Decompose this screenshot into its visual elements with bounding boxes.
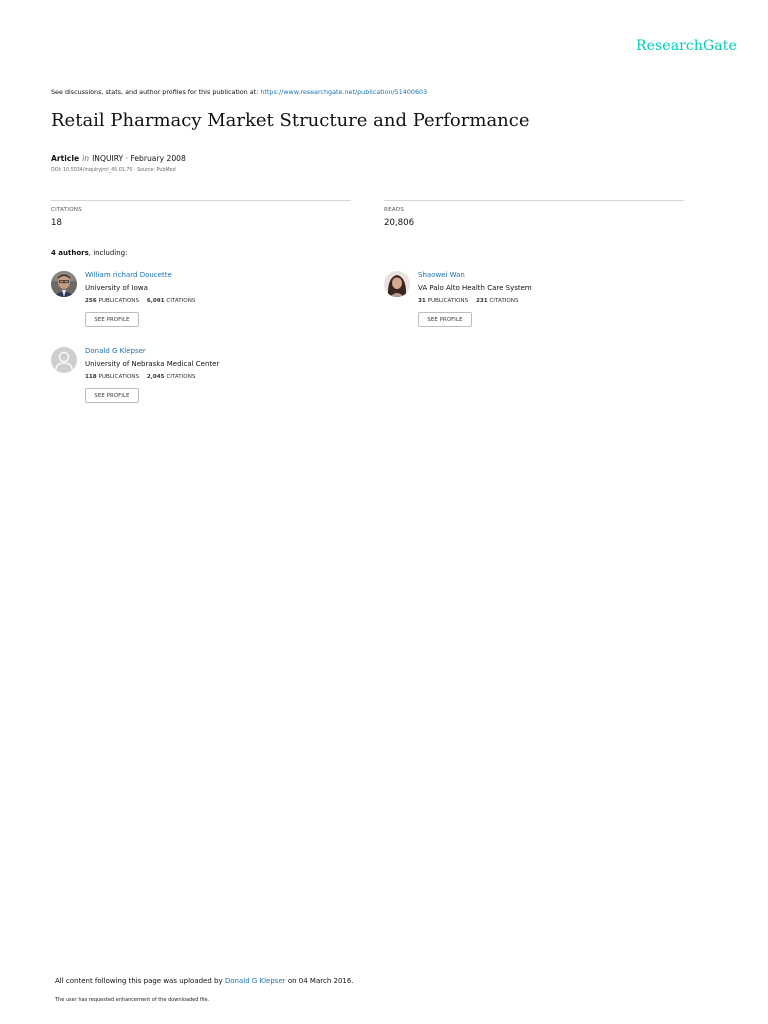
- citations-value: 18: [51, 218, 62, 228]
- reads-value: 20,806: [384, 218, 415, 228]
- publication-link[interactable]: https://www.researchgate.net/publication…: [260, 88, 427, 96]
- author-citations-count: 2,045: [146, 374, 165, 380]
- authors-heading: 4 authors, including:: [51, 249, 127, 257]
- person-photo-icon: [384, 271, 410, 297]
- see-profile-button[interactable]: SEE PROFILE: [85, 312, 139, 327]
- upload-suffix: on 04 March 2016.: [285, 977, 354, 985]
- author-citations-label: CITATIONS: [166, 298, 196, 304]
- article-in: in: [82, 154, 90, 163]
- enhancement-note: The user has requested enhancement of th…: [55, 997, 210, 1003]
- author-stats: 256 PUBLICATIONS 6,091 CITATIONS: [85, 298, 195, 304]
- see-profile-button[interactable]: SEE PROFILE: [85, 388, 139, 403]
- author-publications-count: 256: [85, 298, 97, 304]
- article-meta: Article in INQUIRY · February 2008: [51, 154, 186, 163]
- author-publications-label: PUBLICATIONS: [98, 374, 140, 380]
- authors-suffix: , including:: [88, 249, 128, 257]
- author-name[interactable]: Shaowei Wan: [418, 271, 465, 279]
- author-publications-label: PUBLICATIONS: [98, 298, 140, 304]
- discussion-line: See discussions, stats, and author profi…: [51, 88, 427, 96]
- article-doi: DOI: 10.5034/inquiryjrnl_45.01.75 · Sour…: [51, 168, 176, 173]
- author-card: Donald G Klepser University of Nebraska …: [51, 347, 351, 417]
- author-publications-label: PUBLICATIONS: [427, 298, 469, 304]
- author-institution: University of Nebraska Medical Center: [85, 360, 220, 368]
- author-stats: 31 PUBLICATIONS 231 CITATIONS: [418, 298, 519, 304]
- reads-label: READS: [384, 207, 405, 213]
- author-avatar[interactable]: [51, 347, 77, 373]
- article-title: Retail Pharmacy Market Structure and Per…: [51, 110, 530, 131]
- citations-label: CITATIONS: [51, 207, 82, 213]
- uploader-link[interactable]: Donald G Klepser: [225, 977, 286, 985]
- person-photo-icon: [51, 271, 77, 297]
- see-profile-button[interactable]: SEE PROFILE: [418, 312, 472, 327]
- reads-divider: [384, 200, 684, 201]
- author-name[interactable]: William richard Doucette: [85, 271, 172, 279]
- author-publications-count: 118: [85, 374, 97, 380]
- author-avatar[interactable]: [384, 271, 410, 297]
- author-card: Shaowei Wan VA Palo Alto Health Care Sys…: [384, 271, 684, 341]
- author-avatar[interactable]: [51, 271, 77, 297]
- author-publications-count: 31: [418, 298, 426, 304]
- authors-count: 4 authors: [51, 249, 89, 257]
- author-institution: University of Iowa: [85, 284, 148, 292]
- citations-divider: [51, 200, 351, 201]
- default-avatar-icon: [51, 347, 77, 373]
- discussion-prefix: See discussions, stats, and author profi…: [51, 88, 261, 96]
- article-venue-date: INQUIRY · February 2008: [92, 154, 186, 163]
- upload-notice: All content following this page was uplo…: [55, 977, 354, 985]
- author-card: William richard Doucette University of I…: [51, 271, 351, 341]
- author-name[interactable]: Donald G Klepser: [85, 347, 146, 355]
- author-stats: 118 PUBLICATIONS 2,045 CITATIONS: [85, 374, 195, 380]
- upload-prefix: All content following this page was uplo…: [55, 977, 225, 985]
- article-type: Article: [51, 154, 80, 163]
- researchgate-logo[interactable]: ResearchGate: [636, 38, 737, 54]
- author-citations-label: CITATIONS: [166, 374, 196, 380]
- author-citations-count: 6,091: [146, 298, 165, 304]
- author-citations-count: 231: [475, 298, 488, 304]
- author-institution: VA Palo Alto Health Care System: [418, 284, 532, 292]
- author-citations-label: CITATIONS: [489, 298, 519, 304]
